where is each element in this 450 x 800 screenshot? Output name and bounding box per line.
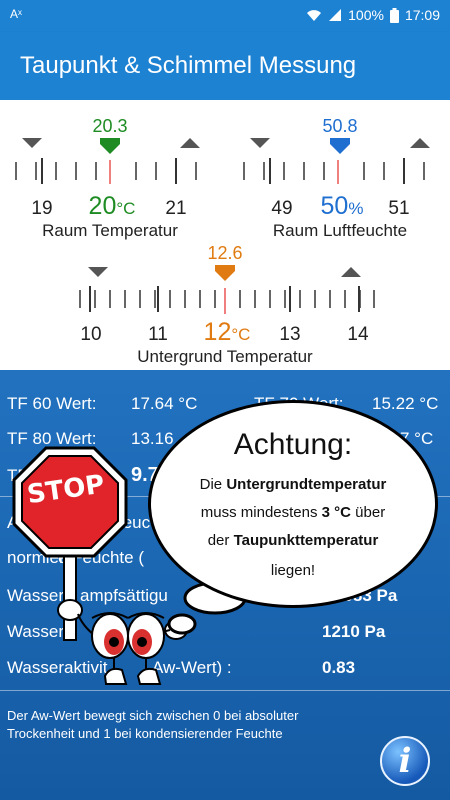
slider-area: 20.3 19 20°C 21 Raum Temperatur 50.8 49 … bbox=[0, 100, 450, 370]
surface-scale[interactable] bbox=[76, 286, 376, 318]
temp-marker-pointer[interactable] bbox=[98, 138, 122, 154]
temp-decrease-button[interactable] bbox=[22, 138, 42, 148]
surface-caption: Untergrund Temperatur bbox=[137, 347, 313, 366]
tf70-value: 15.22 °C bbox=[372, 394, 439, 413]
signal-icon bbox=[329, 9, 342, 21]
humidity-marker-value: 50.8 bbox=[322, 116, 358, 136]
humidity-marker-pointer[interactable] bbox=[328, 138, 352, 154]
temp-marker-value: 20.3 bbox=[92, 116, 128, 136]
temp-caption: Raum Temperatur bbox=[42, 221, 178, 240]
temp-scale[interactable] bbox=[10, 158, 210, 188]
tf60-label: TF 60 Wert: bbox=[7, 394, 97, 413]
temp-current-value: 20°C bbox=[88, 192, 136, 220]
battery-icon bbox=[389, 7, 399, 23]
warning-line-2: muss mindestens 3 °C über bbox=[200, 504, 386, 521]
clock: 17:09 bbox=[404, 7, 440, 23]
wifi-icon bbox=[307, 10, 322, 21]
tf60-value: 17.64 °C bbox=[131, 394, 198, 413]
status-bar: Aˣ 100% 17:09 bbox=[0, 0, 450, 32]
surface-tick-14: 14 bbox=[347, 324, 369, 345]
vapor-pressure-value: 1210 Pa bbox=[322, 622, 386, 641]
aw-value: 0.83 bbox=[322, 658, 356, 677]
divider bbox=[0, 690, 450, 691]
humidity-scale[interactable] bbox=[238, 158, 438, 188]
humidity-caption: Raum Luftfeuchte bbox=[272, 221, 408, 240]
warning-line-3: der Taupunkttemperatur bbox=[207, 532, 379, 549]
temp-increase-button[interactable] bbox=[180, 138, 200, 148]
temp-high-label: 21 bbox=[165, 198, 187, 219]
accessibility-icon: Aˣ bbox=[10, 7, 22, 21]
humidity-high-label: 51 bbox=[388, 198, 410, 219]
app-title: Taupunkt & Schimmel Messung bbox=[20, 52, 357, 79]
app-bar: Taupunkt & Schimmel Messung bbox=[0, 32, 450, 100]
surface-decrease-button[interactable] bbox=[88, 267, 108, 277]
surface-marker-pointer[interactable] bbox=[213, 265, 237, 281]
warning-title: Achtung: bbox=[233, 428, 353, 461]
surface-current-value: 12°C bbox=[203, 318, 251, 346]
surface-marker-value: 12.6 bbox=[207, 243, 243, 263]
battery-percent: 100% bbox=[348, 7, 384, 23]
temp-low-label: 19 bbox=[31, 198, 53, 219]
humidity-decrease-button[interactable] bbox=[250, 138, 270, 148]
aw-footnote: Der Aw-Wert bewegt sich zwischen 0 bei a… bbox=[7, 708, 299, 741]
warning-line-1: Die Untergrundtemperatur bbox=[199, 476, 387, 493]
humidity-increase-button[interactable] bbox=[410, 138, 430, 148]
surface-increase-button[interactable] bbox=[341, 267, 361, 277]
surface-tick-13: 13 bbox=[279, 324, 301, 345]
surface-tick-10: 10 bbox=[80, 324, 102, 345]
info-button[interactable]: i bbox=[380, 736, 430, 786]
warning-line-4: liegen! bbox=[270, 562, 316, 579]
